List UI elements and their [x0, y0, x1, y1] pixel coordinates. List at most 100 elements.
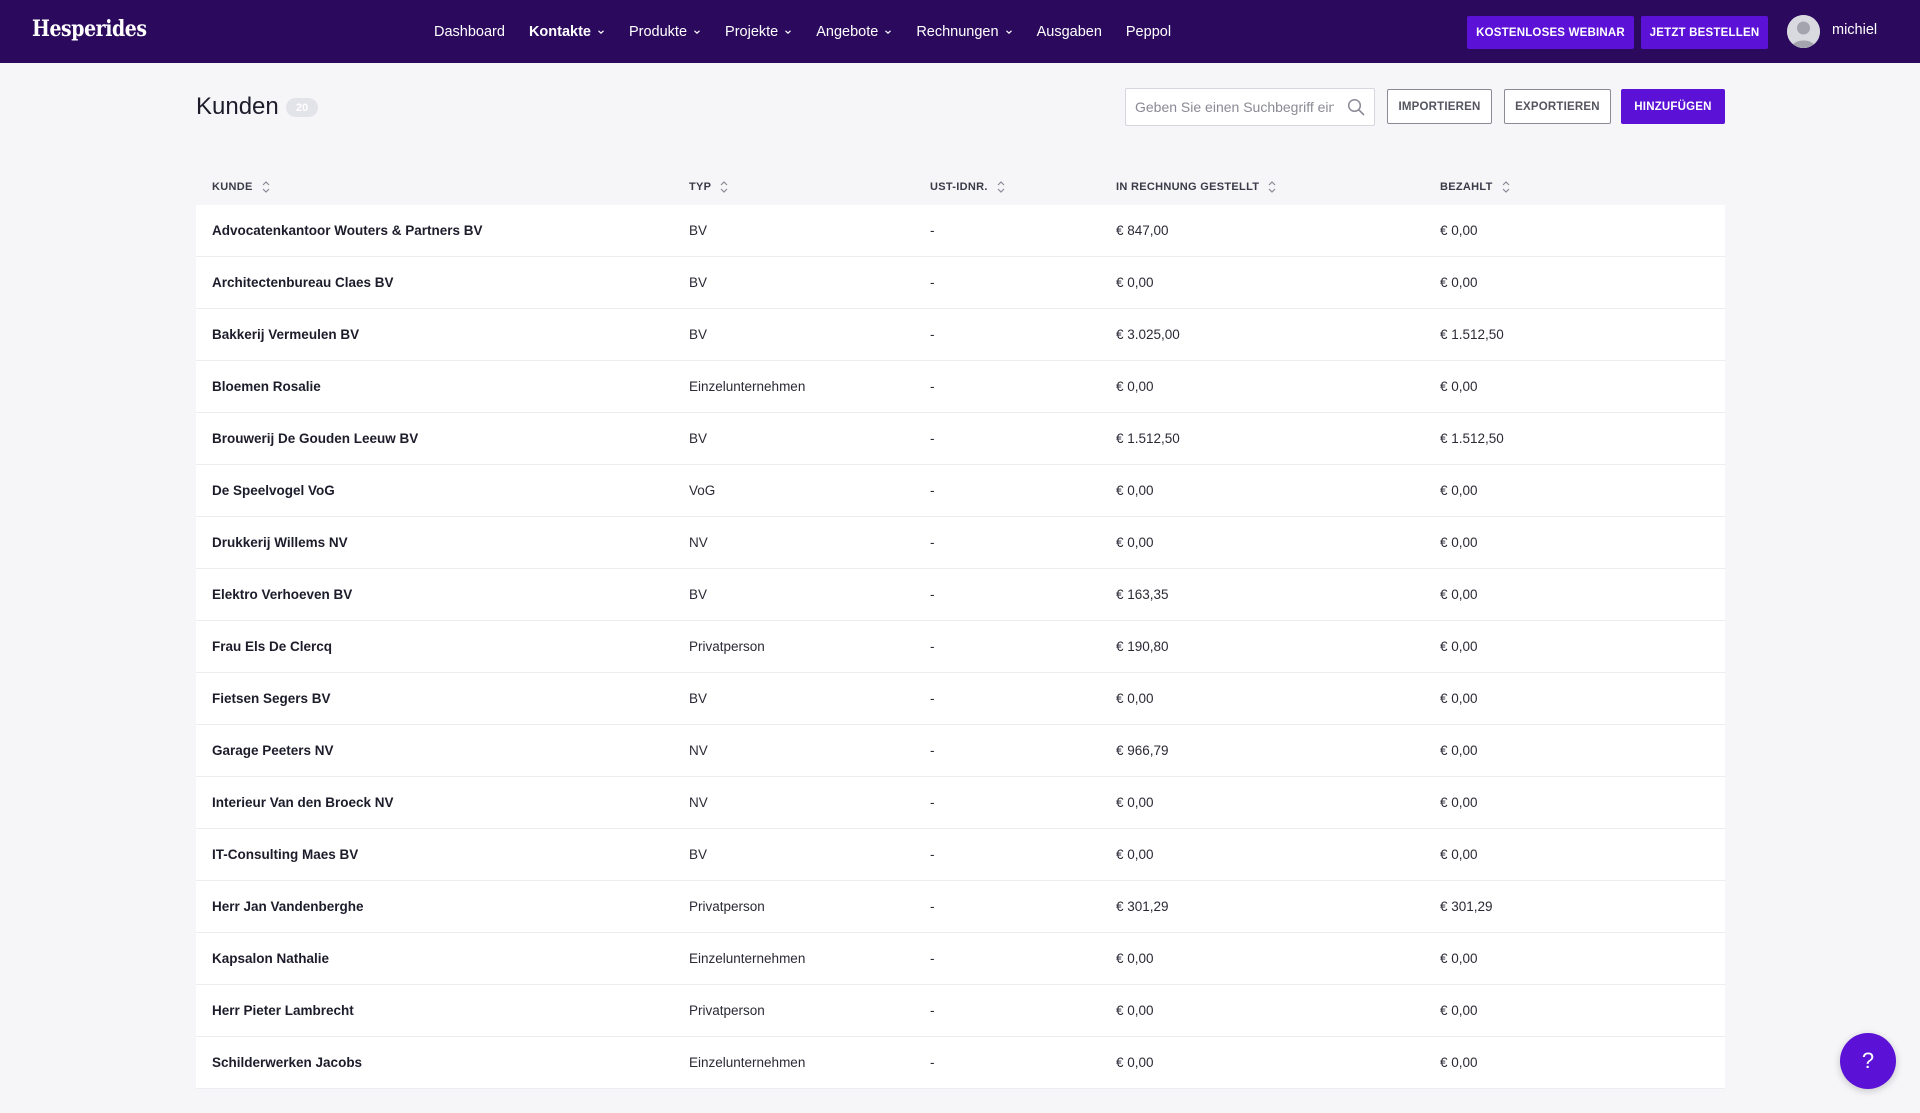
table-header: KUNDE TYP UST-IDNR. IN RECHNUNG GESTELLT BEZ…	[196, 168, 1725, 205]
cell-paid: € 0,00	[1440, 587, 1478, 602]
table-row[interactable]: Architectenbureau Claes BV BV - € 0,00 € 0,0…	[196, 257, 1725, 309]
table-row[interactable]: Herr Pieter Lambrecht Privatperson - € 0,00…	[196, 985, 1725, 1037]
cell-customer[interactable]: Advocatenkantoor Wouters & Partners BV	[212, 205, 483, 256]
table-row[interactable]: Garage Peeters NV NV - € 966,79 € 0,00	[196, 725, 1725, 777]
column-header-type[interactable]: TYP	[689, 180, 728, 194]
cell-vat-number: -	[930, 743, 935, 758]
cell-customer[interactable]: De Speelvogel VoG	[212, 465, 335, 516]
table-row[interactable]: De Speelvogel VoG VoG - € 0,00 € 0,00	[196, 465, 1725, 517]
table-row[interactable]: Elektro Verhoeven BV BV - € 163,35 € 0,00	[196, 569, 1725, 621]
cell-invoiced: € 163,35	[1116, 587, 1169, 602]
cell-vat-number: -	[930, 275, 935, 290]
table-row[interactable]: Fietsen Segers BV BV - € 0,00 € 0,00	[196, 673, 1725, 725]
column-header-invoiced[interactable]: IN RECHNUNG GESTELLT	[1116, 180, 1276, 194]
table-row[interactable]: Bakkerij Vermeulen BV BV - € 3.025,00 € 1.51…	[196, 309, 1725, 361]
cell-invoiced: € 0,00	[1116, 379, 1154, 394]
cell-customer[interactable]: Architectenbureau Claes BV	[212, 257, 394, 308]
cell-type: Privatperson	[689, 899, 765, 914]
nav-item-label: Produkte	[628, 23, 688, 40]
order-now-button[interactable]: JETZT BESTELLEN	[1641, 16, 1768, 49]
cell-customer[interactable]: Elektro Verhoeven BV	[212, 569, 352, 620]
cell-vat-number: -	[930, 795, 935, 810]
cell-invoiced: € 0,00	[1116, 951, 1154, 966]
nav-item-angebote[interactable]: Angebote	[816, 24, 892, 40]
cell-type: BV	[689, 223, 708, 238]
column-header-label: BEZAHLT	[1440, 181, 1493, 193]
cell-customer[interactable]: Herr Pieter Lambrecht	[212, 985, 354, 1036]
nav-item-ausgaben[interactable]: Ausgaben	[1037, 24, 1102, 40]
main-nav: Dashboard Kontakte Produkte Projekte Angebot…	[434, 0, 1195, 63]
export-button[interactable]: EXPORTIEREN	[1504, 89, 1611, 124]
table-row[interactable]: Schilderwerken Jacobs Einzelunternehmen - €…	[196, 1037, 1725, 1089]
column-header-paid[interactable]: BEZAHLT	[1440, 180, 1510, 194]
cell-customer[interactable]: Bakkerij Vermeulen BV	[212, 309, 359, 360]
cell-paid: € 0,00	[1440, 379, 1478, 394]
table-row[interactable]: Advocatenkantoor Wouters & Partners BV BV…	[196, 205, 1725, 257]
table-row[interactable]: Frau Els De Clercq Privatperson - € 190,80 €…	[196, 621, 1725, 673]
username[interactable]: michiel	[1832, 22, 1877, 38]
nav-item-label: Kontakte	[528, 23, 591, 40]
cell-type: BV	[689, 691, 708, 706]
chevron-down-icon	[693, 28, 701, 36]
nav-item-produkte[interactable]: Produkte	[629, 24, 701, 40]
help-button[interactable]: ?	[1840, 1033, 1896, 1089]
cell-type: Einzelunternehmen	[689, 1055, 806, 1070]
nav-item-label: Ausgaben	[1036, 23, 1102, 40]
cell-paid: € 0,00	[1440, 847, 1478, 862]
cell-customer[interactable]: Bloemen Rosalie	[212, 361, 321, 412]
cell-customer[interactable]: Fietsen Segers BV	[212, 673, 331, 724]
cell-paid: € 0,00	[1440, 275, 1478, 290]
cell-vat-number: -	[930, 1003, 935, 1018]
table-row[interactable]: Kapsalon Nathalie Einzelunternehmen - € 0,0…	[196, 933, 1725, 985]
nav-item-dashboard[interactable]: Dashboard	[434, 24, 505, 40]
sort-icon	[720, 180, 728, 194]
cell-invoiced: € 966,79	[1116, 743, 1169, 758]
cell-customer[interactable]: Kapsalon Nathalie	[212, 933, 329, 984]
nav-item-rechnungen[interactable]: Rechnungen	[916, 24, 1012, 40]
app-logo[interactable]: Hesperides	[32, 16, 147, 42]
nav-item-label: Rechnungen	[916, 23, 999, 40]
search-box	[1125, 88, 1375, 126]
cell-paid: € 0,00	[1440, 223, 1478, 238]
cell-type: VoG	[689, 483, 716, 498]
cell-customer[interactable]: Garage Peeters NV	[212, 725, 334, 776]
cell-vat-number: -	[930, 587, 935, 602]
cell-customer[interactable]: Drukkerij Willems NV	[212, 517, 348, 568]
cell-customer[interactable]: IT-Consulting Maes BV	[212, 829, 358, 880]
nav-item-peppol[interactable]: Peppol	[1126, 24, 1171, 40]
cell-paid: € 0,00	[1440, 1055, 1478, 1070]
cell-customer[interactable]: Frau Els De Clercq	[212, 621, 332, 672]
chevron-down-icon	[784, 28, 792, 36]
column-header-label: UST-IDNR.	[930, 181, 988, 193]
column-header-vat-number[interactable]: UST-IDNR.	[930, 180, 1005, 194]
cell-customer[interactable]: Interieur Van den Broeck NV	[212, 777, 394, 828]
avatar[interactable]	[1787, 15, 1820, 48]
cell-paid: € 0,00	[1440, 1003, 1478, 1018]
table-row[interactable]: Brouwerij De Gouden Leeuw BV BV - € 1.512,5…	[196, 413, 1725, 465]
cell-invoiced: € 0,00	[1116, 691, 1154, 706]
cell-invoiced: € 190,80	[1116, 639, 1169, 654]
cell-vat-number: -	[930, 847, 935, 862]
add-customer-button[interactable]: HINZUFÜGEN	[1621, 89, 1725, 124]
nav-item-kontakte[interactable]: Kontakte	[529, 24, 605, 40]
table-row[interactable]: Drukkerij Willems NV NV - € 0,00 € 0,00	[196, 517, 1725, 569]
cell-vat-number: -	[930, 327, 935, 342]
search-icon[interactable]	[1347, 98, 1365, 116]
column-header-customer[interactable]: KUNDE	[212, 180, 270, 194]
cell-customer[interactable]: Herr Jan Vandenberghe	[212, 881, 364, 932]
table-row[interactable]: Herr Jan Vandenberghe Privatperson - € 301,…	[196, 881, 1725, 933]
chevron-down-icon	[1005, 28, 1013, 36]
cell-vat-number: -	[930, 223, 935, 238]
cell-customer[interactable]: Brouwerij De Gouden Leeuw BV	[212, 413, 418, 464]
nav-item-projekte[interactable]: Projekte	[725, 24, 792, 40]
cell-invoiced: € 1.512,50	[1116, 431, 1180, 446]
table-row[interactable]: Bloemen Rosalie Einzelunternehmen - € 0,00 €…	[196, 361, 1725, 413]
table-row[interactable]: Interieur Van den Broeck NV NV - € 0,00 € 0,…	[196, 777, 1725, 829]
sort-icon	[997, 180, 1005, 194]
cell-invoiced: € 0,00	[1116, 483, 1154, 498]
table-row[interactable]: IT-Consulting Maes BV BV - € 0,00 € 0,00	[196, 829, 1725, 881]
cell-customer[interactable]: Schilderwerken Jacobs	[212, 1037, 362, 1088]
search-input[interactable]	[1126, 89, 1336, 125]
free-webinar-button[interactable]: KOSTENLOSES WEBINAR	[1467, 16, 1634, 49]
import-button[interactable]: IMPORTIEREN	[1387, 89, 1492, 124]
